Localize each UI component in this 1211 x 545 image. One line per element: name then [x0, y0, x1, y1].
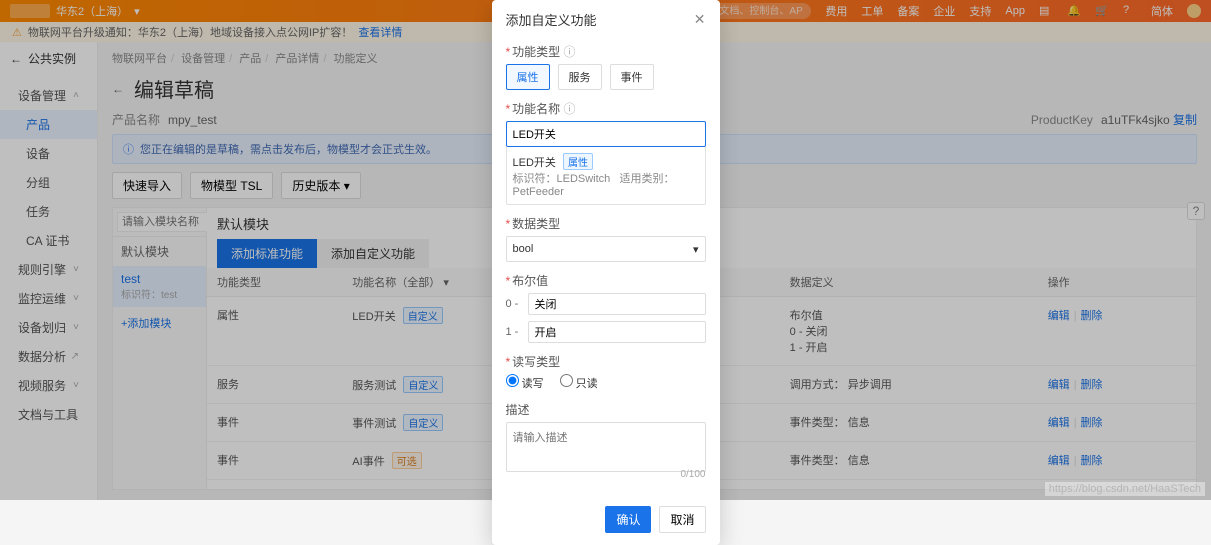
close-icon[interactable]: ✕	[694, 11, 706, 28]
suggest-cat: PetFeeder	[513, 186, 564, 198]
rw-rw-label: 读写	[522, 378, 544, 390]
dtype-label: 数据类型	[512, 217, 560, 231]
dialog-title: 添加自定义功能	[506, 10, 597, 29]
bool1-key: 1 -	[506, 326, 522, 338]
desc-textarea[interactable]	[506, 422, 706, 472]
desc-label: 描述	[506, 401, 706, 418]
dtype-value: bool	[513, 243, 534, 255]
rw-ro-label: 只读	[576, 378, 598, 390]
rw-rw[interactable]: 读写	[506, 374, 544, 391]
chevron-down-icon: ▾	[693, 243, 699, 256]
ftype-event[interactable]: 事件	[610, 64, 654, 90]
rw-label: 读写类型	[512, 355, 560, 369]
bool-label: 布尔值	[512, 274, 548, 288]
ftype-attr[interactable]: 属性	[506, 64, 550, 90]
fname-suggest[interactable]: LED开关 属性 标识符：LEDSwitch 适用类别： PetFeeder	[506, 147, 706, 205]
bool1-input[interactable]	[528, 321, 706, 343]
suggest-cat-label: 适用类别：	[619, 173, 674, 185]
suggest-name: LED开关	[513, 157, 556, 169]
cancel-button[interactable]: 取消	[659, 506, 705, 533]
rw-radio-group: 读写 只读	[506, 374, 706, 391]
rw-ro[interactable]: 只读	[560, 374, 598, 391]
dtype-select[interactable]: bool ▾	[506, 236, 706, 262]
modal-overlay: 添加自定义功能 ✕ *功能类型 ⓘ 属性 服务 事件 *功能名称 ⓘ LED开关…	[0, 0, 1211, 500]
fname-label: 功能名称	[512, 102, 560, 116]
suggest-id: LEDSwitch	[557, 173, 611, 185]
ftype-service[interactable]: 服务	[558, 64, 602, 90]
ftype-label: 功能类型	[512, 45, 560, 59]
ftype-radio-group: 属性 服务 事件	[506, 64, 706, 90]
suggest-id-label: 标识符：	[513, 173, 557, 185]
add-custom-dialog: 添加自定义功能 ✕ *功能类型 ⓘ 属性 服务 事件 *功能名称 ⓘ LED开关…	[492, 0, 720, 545]
suggest-tag: 属性	[563, 153, 593, 170]
info-icon: ⓘ	[564, 102, 576, 116]
bool0-input[interactable]	[528, 293, 706, 315]
confirm-button[interactable]: 确认	[605, 506, 651, 533]
bool0-key: 0 -	[506, 298, 522, 310]
fname-input[interactable]	[506, 121, 706, 147]
info-icon: ⓘ	[564, 45, 576, 59]
watermark: https://blog.csdn.net/HaaSTech	[1045, 482, 1205, 496]
